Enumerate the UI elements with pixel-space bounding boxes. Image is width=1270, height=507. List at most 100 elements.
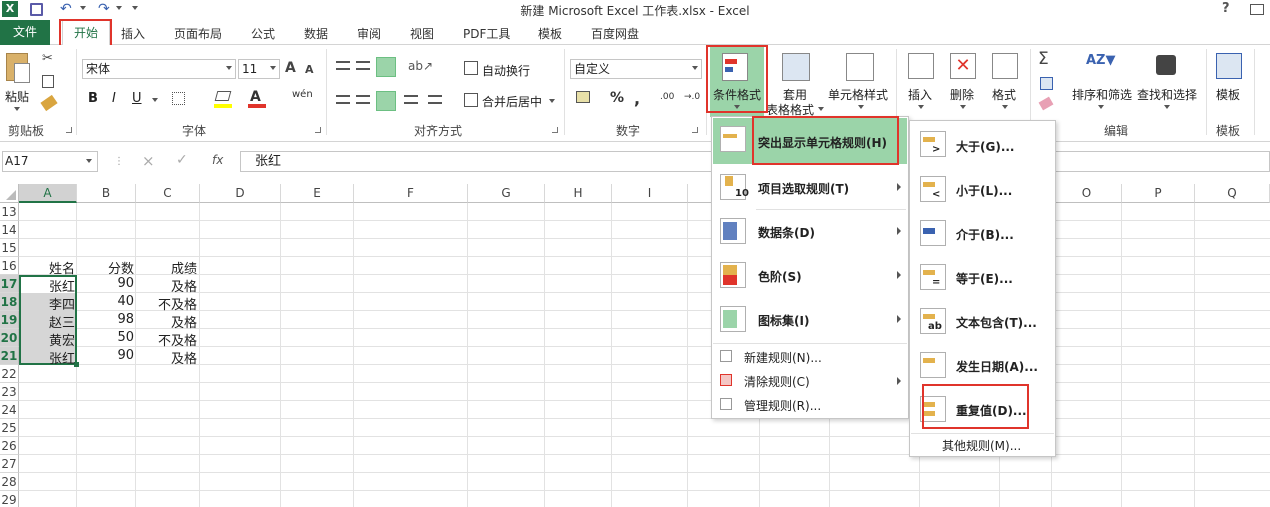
increase-font-icon[interactable]: A (285, 60, 296, 76)
decrease-font-icon[interactable]: A (305, 63, 314, 76)
table-cell[interactable]: 40 (117, 294, 134, 309)
template-button[interactable]: 模板 (1216, 86, 1240, 103)
number-launcher-icon[interactable] (692, 127, 698, 133)
table-cell[interactable]: 不及格 (158, 294, 197, 313)
tab-pdf-tools[interactable]: PDF工具 (463, 25, 510, 42)
decrease-indent-icon[interactable] (404, 95, 418, 104)
phonetic-icon[interactable]: wén (292, 89, 313, 100)
table-cell[interactable]: 张红 (49, 348, 75, 367)
sort-filter-button[interactable]: 排序和筛选 (1072, 86, 1132, 103)
column-header-d[interactable]: D (200, 184, 281, 203)
submenu-item-between[interactable]: 介于(B)... (956, 226, 1014, 243)
table-cell[interactable]: 及格 (171, 312, 197, 331)
tab-formulas[interactable]: 公式 (251, 25, 275, 42)
menu-item-data-bars[interactable]: 数据条(D) (758, 224, 815, 241)
menu-item-new-rule[interactable]: 新建规则(N)... (744, 349, 822, 366)
tab-baidu-netdisk[interactable]: 百度网盘 (591, 25, 639, 42)
submenu-item-equal-to[interactable]: 等于(E)... (956, 270, 1013, 287)
cancel-entry-icon[interactable]: × (142, 152, 155, 170)
row-header-27[interactable]: 27 (0, 455, 19, 473)
help-button[interactable]: ? (1222, 1, 1230, 16)
autosum-icon[interactable]: Σ (1038, 49, 1049, 69)
column-header-a[interactable]: A (19, 184, 77, 203)
row-header-14[interactable]: 14 (0, 221, 19, 239)
fill-color-icon[interactable] (214, 91, 232, 101)
align-left-icon[interactable] (336, 95, 350, 104)
menu-item-color-scales[interactable]: 色阶(S) (758, 268, 802, 285)
conditional-format-button[interactable]: 条件格式 (713, 86, 761, 103)
tab-home[interactable]: 开始 (62, 20, 110, 46)
menu-item-highlight-rules[interactable]: 突出显示单元格规则(H) (758, 134, 887, 151)
table-cell[interactable]: 赵三 (49, 312, 75, 331)
tab-data[interactable]: 数据 (304, 25, 328, 42)
table-cell[interactable]: 90 (117, 276, 134, 291)
delete-cells-button[interactable]: 删除 (950, 86, 974, 103)
italic-button[interactable]: I (112, 91, 116, 106)
insert-dropdown-icon[interactable] (918, 105, 924, 109)
find-select-button[interactable]: 查找和选择 (1137, 86, 1197, 103)
cut-icon[interactable]: ✂ (42, 51, 53, 66)
font-name-select[interactable]: 宋体 (82, 59, 236, 79)
table-cell[interactable]: 李四 (49, 294, 75, 313)
format-dropdown-icon[interactable] (1002, 105, 1008, 109)
menu-item-icon-sets[interactable]: 图标集(I) (758, 312, 809, 329)
underline-button[interactable]: U (132, 91, 142, 106)
wrap-text-button[interactable]: 自动换行 (482, 62, 530, 79)
table-cell[interactable]: 张红 (49, 276, 75, 295)
table-cell[interactable]: 及格 (171, 276, 197, 295)
row-header-15[interactable]: 15 (0, 239, 19, 257)
align-top-icon[interactable] (336, 61, 350, 70)
menu-item-clear-rules[interactable]: 清除规则(C) (744, 373, 810, 390)
table-format-dropdown-icon[interactable] (818, 107, 824, 111)
font-launcher-icon[interactable] (315, 127, 321, 133)
clear-icon[interactable] (1038, 96, 1054, 111)
row-header-22[interactable]: 22 (0, 365, 19, 383)
table-cell[interactable]: 黄宏 (49, 330, 75, 349)
table-cell[interactable]: 不及格 (158, 330, 197, 349)
alignment-launcher-icon[interactable] (552, 127, 558, 133)
row-header-17[interactable]: 17 (0, 275, 19, 293)
tab-view[interactable]: 视图 (410, 25, 434, 42)
table-cell[interactable]: 98 (117, 312, 134, 327)
merge-center-button[interactable]: 合并后居中 (482, 93, 542, 110)
merge-center-icon[interactable] (464, 93, 478, 107)
submenu-item-greater-than[interactable]: 大于(G)... (956, 138, 1015, 155)
decrease-decimal-button[interactable]: →.0 (684, 92, 700, 102)
column-header-i[interactable]: I (612, 184, 688, 203)
sort-dropdown-icon[interactable] (1098, 105, 1104, 109)
align-center-icon[interactable] (356, 95, 370, 104)
merge-dropdown-icon[interactable] (549, 99, 555, 103)
paste-button[interactable]: 粘贴 (5, 88, 29, 105)
table-format-icon[interactable] (782, 53, 810, 81)
row-header-26[interactable]: 26 (0, 437, 19, 455)
insert-function-icon[interactable]: fx (212, 153, 223, 167)
increase-decimal-button[interactable]: .00 (660, 92, 674, 102)
menu-item-top-bottom-rules[interactable]: 项目选取规则(T) (758, 180, 849, 197)
align-bottom-icon[interactable] (376, 57, 396, 77)
row-header-16[interactable]: 16 (0, 257, 19, 275)
row-header-25[interactable]: 25 (0, 419, 19, 437)
currency-icon[interactable] (576, 91, 590, 103)
format-cells-button[interactable]: 格式 (992, 86, 1016, 103)
row-header-18[interactable]: 18 (0, 293, 19, 311)
orientation-icon[interactable]: ab↗ (408, 59, 433, 73)
wrap-text-icon[interactable] (464, 61, 478, 75)
confirm-entry-icon[interactable]: ✓ (176, 152, 188, 168)
increase-indent-icon[interactable] (428, 95, 442, 104)
tab-template[interactable]: 模板 (538, 25, 562, 42)
borders-icon[interactable] (172, 92, 185, 105)
menu-item-manage-rules[interactable]: 管理规则(R)... (744, 397, 821, 414)
row-header-24[interactable]: 24 (0, 401, 19, 419)
clipboard-launcher-icon[interactable] (66, 127, 72, 133)
name-box[interactable]: A17 (2, 151, 98, 172)
column-header-c[interactable]: C (136, 184, 200, 203)
insert-cells-button[interactable]: 插入 (908, 86, 932, 103)
table-cell[interactable]: 及格 (171, 348, 197, 367)
column-header-o[interactable]: O (1052, 184, 1122, 203)
row-header-19[interactable]: 19 (0, 311, 19, 329)
table-header-cell[interactable]: 姓名 (49, 258, 75, 277)
column-header-b[interactable]: B (77, 184, 136, 203)
percent-button[interactable]: % (610, 90, 624, 106)
restore-icon[interactable] (1250, 4, 1264, 15)
column-header-q[interactable]: Q (1195, 184, 1270, 203)
